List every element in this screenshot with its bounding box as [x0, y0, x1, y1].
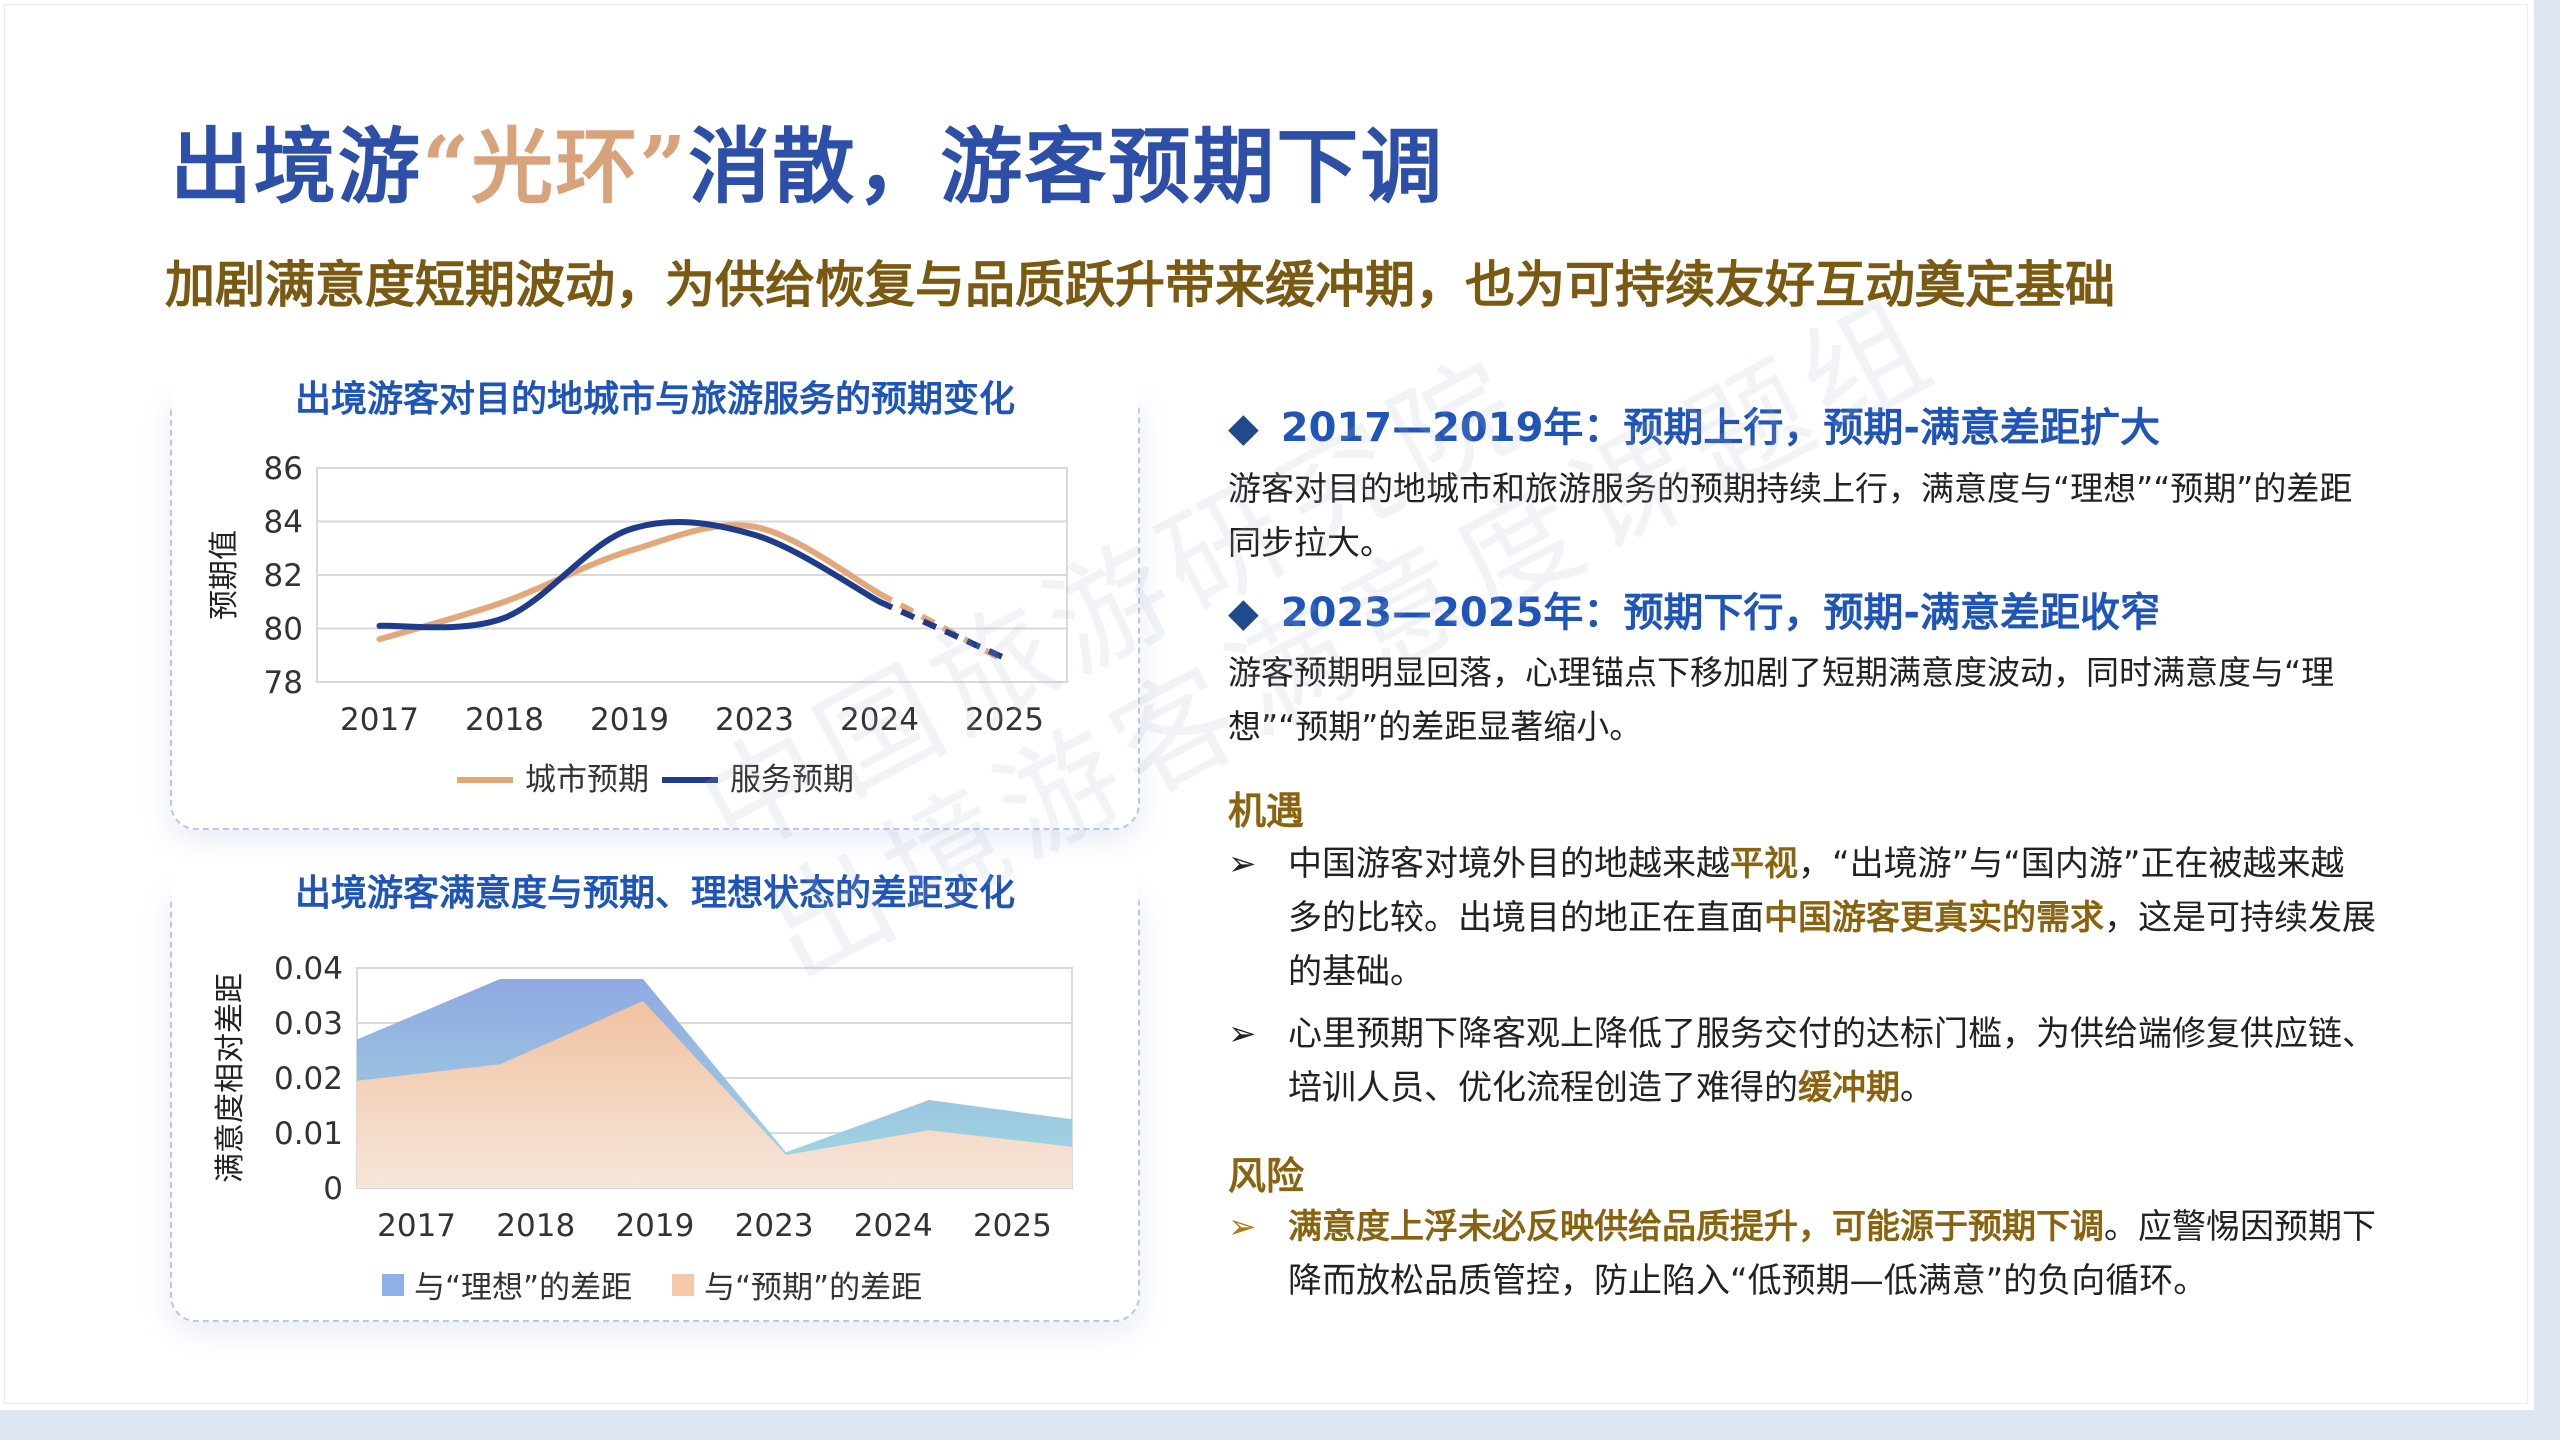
y-tick-label: 80	[264, 612, 303, 648]
y-axis-label: 预期值	[207, 530, 242, 620]
arrow-bullet-icon: ➢	[1228, 1207, 1257, 1247]
y-tick-label: 0.04	[274, 951, 343, 987]
x-tick-label: 2019	[590, 702, 669, 738]
expectation-line-chart: 86 84 82 80 78 2017 2018 2019 2023 2024 2025 预期值城市预…	[207, 451, 1068, 798]
x-tick-label: 2024	[854, 1208, 933, 1244]
opportunity-bullet-2-text-b: 。	[1900, 1068, 1934, 1108]
section-2-text: 游客预期明显回落，心理锚点下移加剧了短期满意度波动，同时满意度与“理想”“预期”…	[1228, 653, 2335, 746]
y-tick-label: 0	[323, 1171, 343, 1207]
opportunity-bullet-1-highlight-1: 平视	[1730, 844, 1798, 884]
legend-label: 城市预期	[525, 762, 649, 798]
arrow-bullet-icon: ➢	[1228, 844, 1257, 884]
section-1-text: 游客对目的地城市和旅游服务的预期持续上行，满意度与“理想”“预期”的差距同步拉大…	[1228, 469, 2353, 562]
section-2-heading: ◆ 2023—2025年：预期下行，预期-满意差距收窄	[1228, 580, 2160, 638]
x-tick-label: 2023	[715, 702, 794, 738]
opportunity-bullet-2: ➢ 心里预期下降客观上降低了服务交付的达标门槛，为供给端修复供应链、培训人员、优…	[1228, 1007, 2378, 1115]
opportunity-bullet-1: ➢ 中国游客对境外目的地越来越平视，“出境游”与“国内游”正在被越来越多的比较。…	[1228, 837, 2378, 999]
title-part-1: 出境游	[170, 119, 423, 215]
expectation-chart-card: 出境游客对目的地城市与旅游服务的预期变化 86 84 82 80 78 2017 2018 2…	[170, 370, 1140, 830]
legend-swatch	[382, 1274, 404, 1296]
gap-chart-card: 出境游客满意度与预期、理想状态的差距变化 0.04 0.03 0.02 0.01 0 20…	[170, 864, 1140, 1322]
risk-bullet-1: ➢ 满意度上浮未必反映供给品质提升，可能源于预期下调。应警惕因预期下降而放松品质…	[1228, 1200, 2378, 1308]
series-line-1	[376, 522, 883, 643]
section-1-heading-text: 2017—2019年：预期上行，预期-满意差距扩大	[1280, 405, 2161, 451]
x-tick-label: 2018	[496, 1208, 575, 1244]
x-tick-label: 2025	[973, 1208, 1052, 1244]
page-title: 出境游“光环”消散，游客预期下调	[170, 100, 1444, 220]
y-tick-label: 86	[264, 451, 303, 487]
x-tick-label: 2018	[465, 702, 544, 738]
title-part-3: 消散，游客预期下调	[688, 119, 1445, 215]
y-tick-label: 0.03	[274, 1006, 343, 1042]
y-axis-label: 满意度相对差距	[213, 973, 248, 1183]
opportunity-bullet-2-highlight: 缓冲期	[1798, 1068, 1900, 1108]
section-2-heading-text: 2023—2025年：预期下行，预期-满意差距收窄	[1280, 590, 2161, 636]
opportunity-bullet-1-highlight-2: 中国游客更真实的需求	[1764, 898, 2104, 938]
title-part-2: “光环”	[422, 119, 689, 215]
legend-label: 服务预期	[730, 762, 854, 798]
y-tick-label: 82	[264, 558, 303, 594]
section-1-heading: ◆ 2017—2019年：预期上行，预期-满意差距扩大	[1228, 395, 2160, 453]
x-tick-label: 2025	[965, 702, 1044, 738]
legend-label: 与“理想”的差距	[414, 1270, 632, 1306]
diamond-bullet-icon: ◆	[1228, 590, 1259, 636]
arrow-bullet-icon: ➢	[1228, 1014, 1257, 1054]
opportunity-label: 机遇	[1228, 789, 1305, 833]
x-tick-label: 2024	[840, 702, 919, 738]
gap-area-chart: 0.04 0.03 0.02 0.01 0 2017 2018 2019 2023 2024 202…	[213, 951, 1073, 1306]
y-tick-label: 0.02	[274, 1061, 343, 1097]
slide: 出境游“光环”消散，游客预期下调 加剧满意度短期波动，为供给恢复与品质跃升带来缓…	[0, 0, 2534, 1410]
risk-bullet-1-highlight: 满意度上浮未必反映供给品质提升，可能源于预期下调	[1288, 1207, 2104, 1247]
series-line-forecast-1	[878, 591, 1006, 664]
y-tick-label: 0.01	[274, 1116, 343, 1152]
x-tick-label: 2023	[735, 1208, 814, 1244]
y-tick-label: 78	[264, 665, 303, 701]
x-tick-label: 2019	[615, 1208, 694, 1244]
y-tick-label: 84	[264, 505, 303, 541]
diamond-bullet-icon: ◆	[1228, 405, 1259, 451]
legend-label: 与“预期”的差距	[704, 1270, 922, 1306]
risk-label: 风险	[1228, 1154, 1305, 1198]
opportunity-bullet-1-text-a: 中国游客对境外目的地越来越	[1288, 844, 1730, 884]
x-tick-label: 2017	[377, 1208, 456, 1244]
legend-swatch	[672, 1274, 694, 1296]
x-tick-label: 2017	[340, 702, 419, 738]
page-subtitle: 加剧满意度短期波动，为供给恢复与品质跃升带来缓冲期，也为可持续友好互动奠定基础	[165, 255, 2115, 314]
